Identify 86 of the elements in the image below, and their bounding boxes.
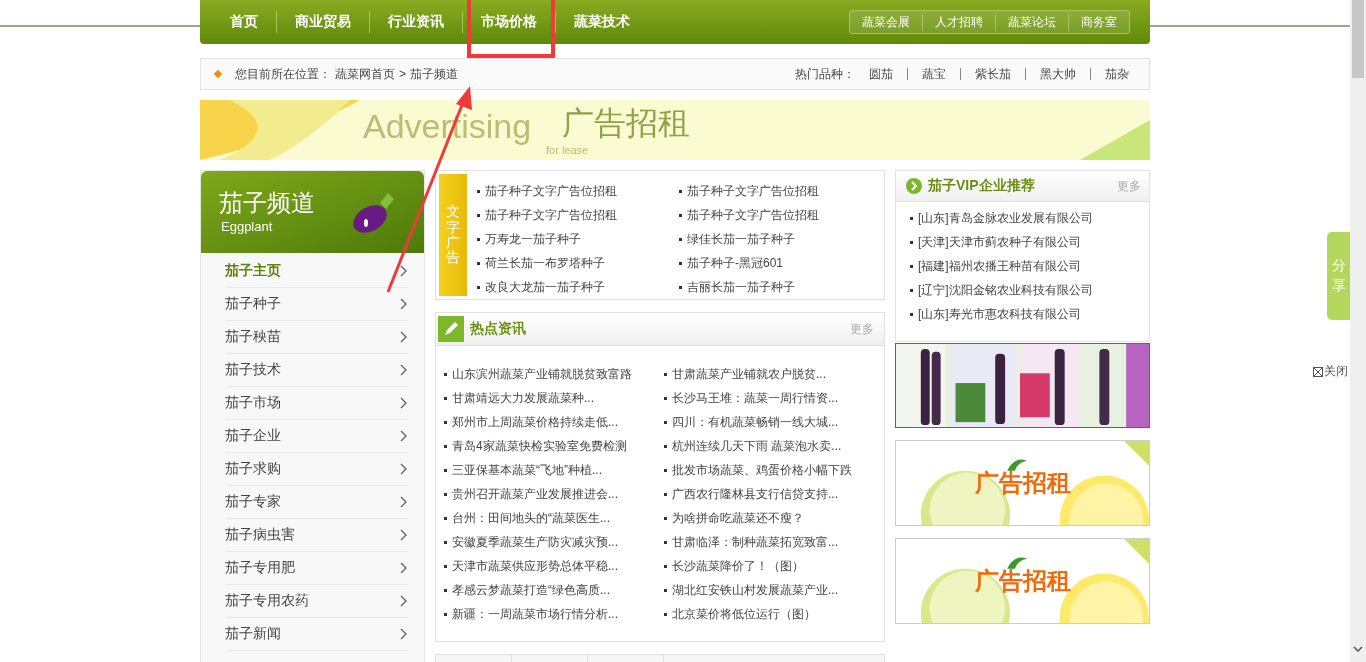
news-link[interactable]: 甘肃靖远大力发展蔬菜种... [444,386,664,410]
news-link[interactable]: 长沙马王堆：蔬菜一周行情资... [664,386,884,410]
ad-label: 广告招租 [974,566,1071,596]
chevron-icon [400,397,408,409]
text-ad-link[interactable]: 茄子种子文字广告位招租 [679,179,881,203]
channel-menu-item[interactable]: 茄子企业 [225,420,408,453]
channel-subtitle: Eggplant [221,219,273,234]
news-link[interactable]: 长沙蔬菜降价了！（图） [664,554,884,578]
company-link[interactable]: [山东]青岛金脉农业发展有限公司 [896,206,1149,230]
chevron-icon [400,463,408,475]
news-link[interactable]: 广西农行隆林县支行信贷支持... [664,482,884,506]
channel-menu-item[interactable]: 茄子求购 [225,453,408,486]
variety-link[interactable]: 圆茄 [859,65,903,83]
close-icon [1313,366,1323,377]
text-ad-link[interactable]: 茄子种子文字广告位招租 [477,203,679,227]
news-link[interactable]: 台州：田间地头的“蔬菜医生... [444,506,664,530]
variety-link[interactable]: 茄杂 [1095,65,1139,83]
panel-title: 热点资讯 [470,320,527,338]
news-link[interactable]: 北京菜价将低位运行（图） [664,602,884,626]
breadcrumb-link[interactable]: 茄子频道 [410,65,458,83]
news-link[interactable]: 贵州召开蔬菜产业发展推进会... [444,482,664,506]
variety-link[interactable]: 黑大帅 [1030,65,1086,83]
pencil-icon [438,316,464,342]
news-link[interactable]: 三亚保基本蔬菜“飞地”种植... [444,458,664,482]
news-link[interactable]: 天津市蔬菜供应形势总体平稳... [444,554,664,578]
channel-menu-item[interactable]: 茄子秧苗 [225,321,408,354]
chevron-icon [400,529,408,541]
text-ad-link[interactable]: 荷兰长茄一布罗塔种子 [477,251,679,275]
news-link[interactable]: 批发市场蔬菜、鸡蛋价格小幅下跌 [664,458,884,482]
company-link[interactable]: [山东]寿光市惠农科技有限公司 [896,302,1149,326]
hot-label: 热门品种： [795,65,855,83]
variety-link[interactable]: 蔬宝 [912,65,956,83]
news-link[interactable]: 安徽夏季蔬菜生产防灾减灾预... [444,530,664,554]
chevron-icon [400,628,408,640]
chevron-icon [400,364,408,376]
text-ad-link[interactable]: 茄子种子-黑冠601 [679,251,881,275]
news-link[interactable]: 为啥拼命吃蔬菜还不瘦？ [664,506,884,530]
channel-menu-item[interactable]: 茄子技术 [225,354,408,387]
text-ad-link[interactable]: 茄子种子文字广告位招租 [477,179,679,203]
text-ad-link[interactable]: 改良大龙茄一茄子种子 [477,275,679,299]
news-link[interactable]: 山东滨州蔬菜产业铺就脱贫致富路 [444,362,664,386]
news-link[interactable]: 湖北红安铁山村发展蔬菜产业... [664,578,884,602]
text-ad-link[interactable]: 万寿龙一茄子种子 [477,227,679,251]
ad-label: 广告招租 [974,468,1071,498]
chevron-icon [400,265,408,277]
channel-menu-item[interactable]: 茄子种子 [225,288,408,321]
chevron-icon [400,298,408,310]
chevron-icon [400,595,408,607]
chevron-icon [400,496,408,508]
separator-text: > [399,67,406,81]
news-link[interactable]: 甘肃蔬菜产业铺就农户脱贫... [664,362,884,386]
channel-menu-item[interactable]: 茄子市场 [225,387,408,420]
chevron-icon [400,430,408,442]
news-link[interactable]: 青岛4家蔬菜快检实验室免费检测 [444,434,664,458]
arrow-circle-icon [906,178,922,194]
news-link[interactable]: 杭州连续几天下雨 蔬菜泡水卖... [664,434,884,458]
news-link[interactable]: 郑州市上周蔬菜价格持续走低... [444,410,664,434]
variety-link[interactable]: 紫长茄 [965,65,1021,83]
scroll-thumb[interactable] [1352,0,1364,78]
channel-menu-item[interactable]: 茄子主页 [225,255,408,288]
channel-menu-item[interactable]: 茄子病虫害 [225,519,408,552]
news-link[interactable]: 四川：有机蔬菜畅销一线大城... [664,410,884,434]
channel-menu-item[interactable]: 茄子新闻 [225,618,408,651]
channel-menu-item[interactable]: 茄子专家 [225,486,408,519]
panel-title: 茄子VIP企业推荐 [928,177,1036,195]
close-link[interactable]: 关闭 [1313,363,1348,380]
company-link[interactable]: [天津]天津市蓟农种子有限公司 [896,230,1149,254]
company-link[interactable]: [福建]福州农播王种苗有限公司 [896,254,1149,278]
chevron-icon [400,331,408,343]
news-link[interactable]: 新疆：一周蔬菜市场行情分析... [444,602,664,626]
company-link[interactable]: [辽宁]沈阳金铭农业科技有限公司 [896,278,1149,302]
scrollbar[interactable] [1350,0,1366,662]
channel-title: 茄子频道 [219,188,315,218]
banner-title: 广告招租 [562,106,690,142]
banner-subtitle: for lease [546,144,589,157]
text-ad-link[interactable]: 绿佳长茄一茄子种子 [679,227,881,251]
location-label: 您目前所在位置： [235,65,331,83]
breadcrumb-link[interactable]: 蔬菜网首页 [335,65,395,83]
channel-menu-item[interactable]: 茄子专用肥 [225,552,408,585]
text-ad-link[interactable]: 茄子种子文字广告位招租 [679,203,881,227]
scroll-down-icon[interactable] [1353,646,1363,652]
news-link[interactable]: 孝感云梦蔬菜打造“绿色高质... [444,578,664,602]
channel-menu-item[interactable]: 茄子专用农药 [225,585,408,618]
text-ad-link[interactable]: 吉丽长茄一茄子种子 [679,275,881,299]
chevron-icon [400,562,408,574]
news-link[interactable]: 甘肃临泽：制种蔬菜拓宽致富... [664,530,884,554]
